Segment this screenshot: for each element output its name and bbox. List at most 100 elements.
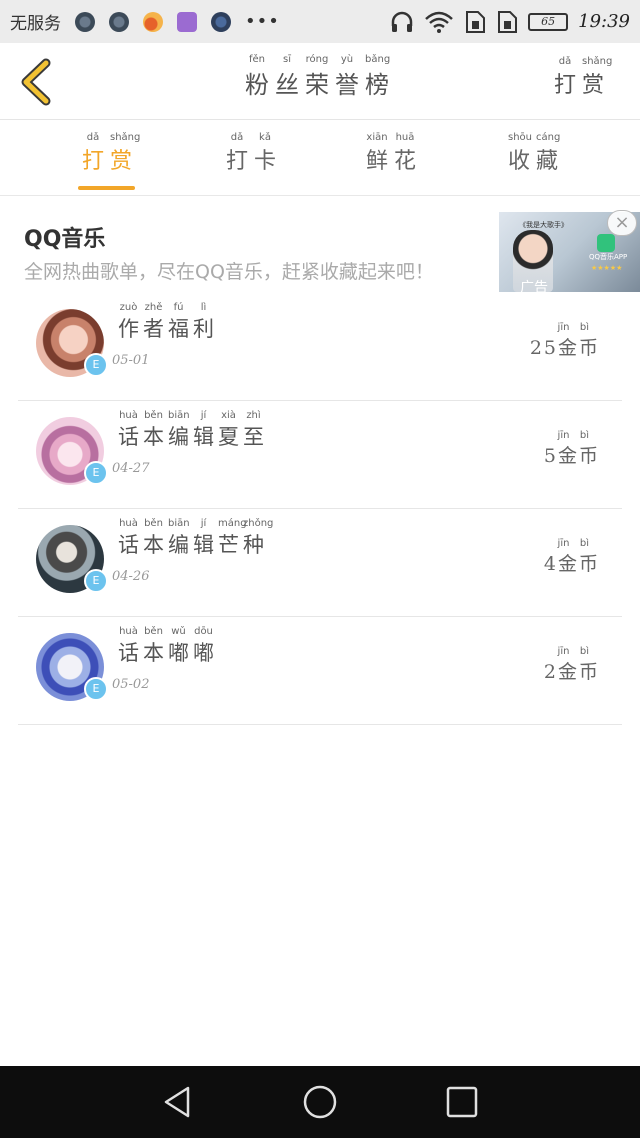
sim2-icon — [498, 10, 518, 33]
coin-amount: 5金币 jīn bì — [543, 430, 600, 467]
pinyin-syllable: yù — [340, 54, 354, 65]
system-nav-bar — [0, 1066, 640, 1138]
pinyin-syllable: kǎ — [259, 132, 271, 143]
pinyin-syllable: huà — [119, 626, 138, 637]
pinyin-syllable: běn — [144, 626, 163, 637]
pinyin-syllable: zhì — [246, 410, 261, 421]
date: 04-26 — [112, 569, 150, 584]
pinyin-syllable: jīn — [557, 646, 570, 657]
header-bar: 粉丝荣誉榜 fěn sī róng yù bǎng 打赏 dǎ shǎng — [0, 43, 640, 120]
list-item[interactable]: E 话本编辑夏至 huà běn biān jí xià zhì 04-27 5金币 jīn b… — [18, 401, 622, 509]
pinyin-syllable: bǎng — [365, 54, 391, 65]
qq-music-logo-icon — [597, 234, 615, 252]
ad-image-song: 《我是大歌手》 — [519, 221, 568, 229]
ad-close-button[interactable]: × — [607, 210, 637, 236]
headphone-icon — [391, 11, 413, 32]
reward-button[interactable]: 打赏 dǎ shǎng — [554, 56, 612, 99]
pinyin-syllable: lì — [200, 302, 207, 313]
user-name: 话本嘟嘟 huà běn wǔ dōu — [118, 626, 218, 665]
page-title-text: 粉丝荣誉榜 fěn sī róng yù bǎng — [245, 54, 395, 99]
nav-back-button[interactable] — [160, 1084, 196, 1120]
more-icon: ••• — [245, 11, 280, 32]
list-item[interactable]: E 话本嘟嘟 huà běn wǔ dōu 05-02 2金币 jīn bì — [18, 617, 622, 725]
pinyin-syllable: bì — [579, 538, 590, 549]
pinyin-syllable: zhǒng — [243, 518, 274, 529]
pinyin-syllable: dǎ — [230, 132, 244, 143]
date: 04-27 — [112, 461, 150, 476]
pinyin-syllable: bì — [579, 430, 590, 441]
nav-home-button[interactable] — [302, 1084, 338, 1120]
wechat-icon — [109, 11, 129, 32]
pinyin-syllable: huà — [119, 518, 138, 529]
pinyin-syllable: wǔ — [171, 626, 186, 637]
pinyin-syllable: běn — [144, 410, 163, 421]
pinyin-syllable: jí — [200, 518, 207, 529]
status-bar: 无服务 ••• 65 19:39 — [0, 0, 640, 43]
coin-amount: 4金币 jīn bì — [543, 538, 600, 575]
pinyin-syllable: xià — [221, 410, 236, 421]
user-name: 话本编辑芒种 huà běn biān jí máng zhǒng — [118, 518, 274, 557]
pinyin-syllable: cáng — [536, 132, 561, 143]
pinyin-syllable: shǎng — [581, 56, 613, 67]
pinyin-syllable: fú — [173, 302, 184, 313]
user-name: 作者福利 zuò zhě fú lì — [118, 302, 218, 341]
tab-favorites[interactable]: 收藏 shōu cáng — [508, 132, 564, 196]
list-item[interactable]: E 话本编辑芒种 huà běn biān jí máng zhǒng 04-26 4金币 j… — [18, 509, 622, 617]
edit-badge-icon: E — [84, 677, 108, 701]
pinyin-syllable: jīn — [557, 322, 570, 333]
edit-badge-icon: E — [84, 569, 108, 593]
user-name: 话本编辑夏至 huà běn biān jí xià zhì — [118, 410, 268, 449]
tab-flowers[interactable]: 鲜花 xiān huā — [366, 132, 422, 196]
sim1-icon — [466, 10, 486, 33]
pinyin-syllable: sī — [283, 54, 291, 65]
pinyin-syllable: zuò — [119, 302, 138, 313]
list-item[interactable]: E 作者福利 zuò zhě fú lì 05-01 25金币 jīn bì — [18, 293, 622, 401]
pinyin-syllable: bì — [579, 322, 590, 333]
pinyin-syllable: jīn — [557, 538, 570, 549]
back-triangle-icon — [164, 1086, 190, 1118]
ad-image-stars: ★★★★★ — [591, 264, 623, 272]
active-tab-indicator — [78, 186, 135, 190]
battery-level: 65 — [541, 15, 556, 28]
pinyin-syllable: huà — [119, 410, 138, 421]
pinyin-syllable: běn — [144, 518, 163, 529]
edit-badge-icon: E — [84, 461, 108, 485]
date: 05-01 — [112, 353, 150, 368]
recents-square-icon — [446, 1086, 478, 1118]
pinyin-syllable: biān — [168, 518, 190, 529]
coin-pinyin-wrap: jīn bì — [554, 322, 600, 334]
baidu-icon — [211, 11, 231, 32]
pinyin-syllable: dǎ — [558, 56, 572, 67]
coin-pinyin-wrap: jīn bì — [554, 538, 600, 550]
wifi-icon — [425, 11, 453, 33]
coin-amount: 2金币 jīn bì — [543, 646, 600, 683]
weibo-icon — [143, 11, 163, 32]
coin-pinyin-wrap: jīn bì — [554, 430, 600, 442]
nav-recents-button[interactable] — [444, 1084, 480, 1120]
coin-amount: 25金币 jīn bì — [529, 322, 600, 359]
gallery-icon — [177, 11, 197, 32]
pinyin-syllable: jí — [200, 410, 207, 421]
carrier-label: 无服务 — [10, 14, 61, 34]
clock: 19:39 — [578, 11, 630, 32]
wechat-icon — [75, 11, 95, 32]
tab-bar: 打赏 dǎ shǎng 打卡 dǎ kǎ 鲜花 xiān huā 收藏 shōu cáng — [0, 121, 640, 196]
ad-image-app: QQ音乐APP — [589, 253, 628, 261]
pinyin-syllable: xiān — [366, 132, 388, 143]
page-title: 粉丝荣誉榜 fěn sī róng yù bǎng — [0, 54, 640, 100]
pinyin-syllable: bì — [579, 646, 590, 657]
pinyin-syllable: jīn — [557, 430, 570, 441]
notification-icons: ••• — [75, 11, 280, 32]
date: 05-02 — [112, 677, 150, 692]
ad-title: QQ音乐 — [24, 227, 106, 252]
pinyin-syllable: dǎ — [86, 132, 100, 143]
battery-icon: 65 — [528, 12, 569, 31]
tab-checkin[interactable]: 打卡 dǎ kǎ — [226, 132, 282, 196]
pinyin-syllable: dōu — [194, 626, 213, 637]
pinyin-syllable: biān — [168, 410, 190, 421]
ad-description: 全网热曲歌单，尽在QQ音乐，赶紧收藏起来吧！ — [24, 261, 434, 283]
pinyin-syllable: zhě — [144, 302, 163, 313]
pinyin-syllable: shōu — [508, 132, 533, 143]
home-circle-icon — [303, 1085, 337, 1119]
pinyin-syllable: huā — [395, 132, 415, 143]
